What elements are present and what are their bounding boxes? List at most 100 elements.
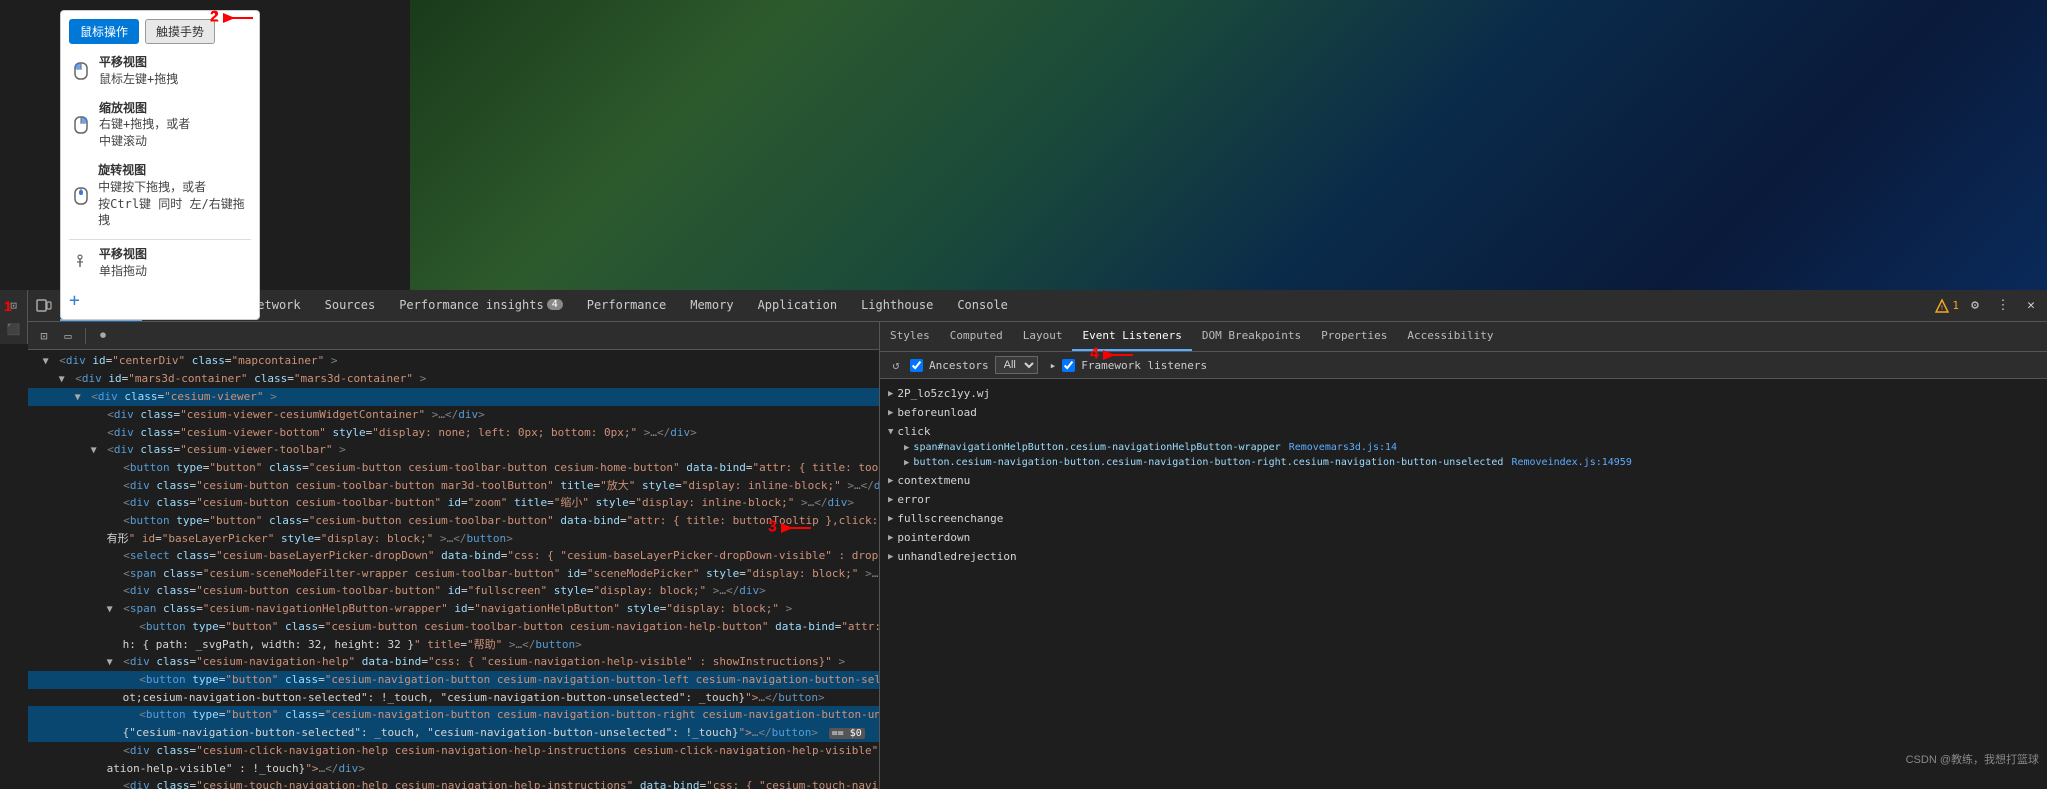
tab-sources[interactable]: Sources xyxy=(313,290,388,321)
tooltip-section-zoom: 缩放视图 右键+拖拽，或者 中键滚动 xyxy=(69,98,251,152)
map-view xyxy=(410,0,2047,290)
html-line-15[interactable]: <span class="cesium-navigationHelpButton… xyxy=(28,600,879,618)
expand-triangle[interactable] xyxy=(107,655,117,671)
event-section-fullscreenchange: ▶ fullscreenchange xyxy=(888,510,2039,527)
html-line-17[interactable]: h: { path: _svgPath, width: 32, height: … xyxy=(28,636,879,654)
event-section-click: ▼ click ▶ span#navigationHelpButton.cesi… xyxy=(888,423,2039,470)
html-line-6[interactable]: <div class="cesium-viewer-toolbar" > xyxy=(28,441,879,459)
tab-performance-insights[interactable]: Performance insights 4 xyxy=(387,290,575,321)
html-line-5[interactable]: <div class="cesium-viewer-bottom" style=… xyxy=(28,424,879,442)
event-row-2p[interactable]: ▶ 2P_lo5zc1yy.wj xyxy=(888,385,2039,402)
event-subtriangle: ▶ xyxy=(904,443,909,453)
html-line-19[interactable]: <button type="button" class="cesium-navi… xyxy=(28,671,879,689)
elements-device-btn[interactable]: ▭ xyxy=(58,326,78,346)
html-line-8[interactable]: <div class="cesium-button cesium-toolbar… xyxy=(28,477,879,495)
framework-listeners-checkbox[interactable] xyxy=(1062,359,1075,372)
left-toolbar-btn-2[interactable]: ⬛ xyxy=(3,318,25,340)
event-name-fullscreenchange: fullscreenchange xyxy=(897,512,1003,525)
devtools-panel: Elements Recorder ↑ Network Sources Perf… xyxy=(0,290,2047,789)
event-section-pointerdown: ▶ pointerdown xyxy=(888,529,2039,546)
layout-tab[interactable]: Layout xyxy=(1013,322,1073,351)
event-triangle: ▶ xyxy=(888,495,893,505)
expand-triangle[interactable] xyxy=(43,354,53,370)
devtools-toolbar-right: ! 1 ⚙ ⋮ ✕ xyxy=(1935,294,2043,318)
html-line-25[interactable]: <div class="cesium-touch-navigation-help… xyxy=(28,777,879,789)
elements-inspect-btn[interactable]: ⊡ xyxy=(34,326,54,346)
event-triangle-click: ▼ xyxy=(888,427,893,437)
elements-content[interactable]: <div id="centerDiv" class="mapcontainer"… xyxy=(28,350,879,789)
computed-tab[interactable]: Computed xyxy=(940,322,1013,351)
expand-triangle[interactable] xyxy=(59,372,69,388)
ancestors-select[interactable]: All xyxy=(995,356,1038,374)
event-name-2p: 2P_lo5zc1yy.wj xyxy=(897,387,990,400)
html-line-21[interactable]: <button type="button" class="cesium-navi… xyxy=(28,706,879,724)
touch-icon xyxy=(69,253,93,273)
event-row-pointerdown[interactable]: ▶ pointerdown xyxy=(888,529,2039,546)
map-background xyxy=(410,0,2047,290)
tooltip-row-zoom: 缩放视图 右键+拖拽，或者 中键滚动 xyxy=(69,98,251,152)
properties-tab[interactable]: Properties xyxy=(1311,322,1397,351)
close-button[interactable]: ✕ xyxy=(2019,294,2043,318)
html-line-1[interactable]: <div id="centerDiv" class="mapcontainer"… xyxy=(28,352,879,370)
html-line-12[interactable]: <select class="cesium-baseLayerPicker-dr… xyxy=(28,547,879,565)
html-line-16[interactable]: <button type="button" class="cesium-butt… xyxy=(28,618,879,636)
html-line-2[interactable]: <div id="mars3d-container" class="mars3d… xyxy=(28,370,879,388)
plus-icon: + xyxy=(69,290,251,311)
html-line-23[interactable]: <div class="cesium-click-navigation-help… xyxy=(28,742,879,760)
mouse-left-icon xyxy=(69,61,93,81)
tab-application[interactable]: Application xyxy=(746,290,849,321)
remove-link-2[interactable]: Remove xyxy=(1511,457,1547,468)
event-row-unhandledrejection[interactable]: ▶ unhandledrejection xyxy=(888,548,2039,565)
tab-console[interactable]: Console xyxy=(945,290,1020,321)
touch-gesture-button[interactable]: 触摸手势 xyxy=(145,19,215,44)
annotation-1-label: 1 xyxy=(4,298,12,314)
ancestors-bar: ↺ Ancestors All ▸ Framework listeners xyxy=(880,352,2047,379)
styles-tab[interactable]: Styles xyxy=(880,322,940,351)
html-line-10[interactable]: <button type="button" class="cesium-butt… xyxy=(28,512,879,530)
event-row-beforeunload[interactable]: ▶ beforeunload xyxy=(888,404,2039,421)
mouse-operation-button[interactable]: 鼠标操作 xyxy=(69,19,139,44)
settings-button[interactable]: ⚙ xyxy=(1963,294,1987,318)
html-line-24[interactable]: ation-help-visible" : !_touch}">…</div> xyxy=(28,760,879,778)
tab-memory[interactable]: Memory xyxy=(678,290,745,321)
expand-triangle[interactable] xyxy=(107,602,117,618)
html-line-14[interactable]: <div class="cesium-button cesium-toolbar… xyxy=(28,582,879,600)
event-row-contextmenu[interactable]: ▶ contextmenu xyxy=(888,472,2039,489)
event-row-error[interactable]: ▶ error xyxy=(888,491,2039,508)
tab-lighthouse[interactable]: Lighthouse xyxy=(849,290,945,321)
svg-text:!: ! xyxy=(1940,304,1944,312)
source-link-2[interactable]: index.js:14959 xyxy=(1548,457,1632,468)
event-subname-1: span#navigationHelpButton.cesium-navigat… xyxy=(913,442,1280,453)
devtools-body: ⊡ ▭ ⏺ <div id="centerDiv" class="mapcont… xyxy=(0,322,2047,789)
refresh-button[interactable]: ↺ xyxy=(888,357,904,373)
more-options-button[interactable]: ⋮ xyxy=(1991,294,2015,318)
ancestors-checkbox[interactable] xyxy=(910,359,923,372)
tooltip-row-touch: 平移视图 单指拖动 xyxy=(69,244,251,282)
html-line-13[interactable]: <span class="cesium-sceneModeFilter-wrap… xyxy=(28,565,879,583)
event-listeners-content: ▶ 2P_lo5zc1yy.wj ▶ beforeunload ▼ click xyxy=(880,379,2047,789)
tab-performance[interactable]: Performance xyxy=(575,290,678,321)
elements-recorder-btn[interactable]: ⏺ xyxy=(93,326,113,346)
elements-panel: ⊡ ▭ ⏺ <div id="centerDiv" class="mapcont… xyxy=(0,322,880,789)
html-line-3[interactable]: <div class="cesium-viewer" > xyxy=(28,388,879,406)
event-row-fullscreenchange[interactable]: ▶ fullscreenchange xyxy=(888,510,2039,527)
html-line-9[interactable]: <div class="cesium-button cesium-toolbar… xyxy=(28,494,879,512)
html-line-4[interactable]: <div class="cesium-viewer-cesiumWidgetCo… xyxy=(28,406,879,424)
html-line-11[interactable]: 有形" id="baseLayerPicker" style="display:… xyxy=(28,530,879,548)
expand-triangle[interactable] xyxy=(75,390,85,406)
device-toggle-button[interactable] xyxy=(32,294,56,318)
remove-link-1[interactable]: Remove xyxy=(1289,442,1325,453)
html-line-18[interactable]: <div class="cesium-navigation-help" data… xyxy=(28,653,879,671)
tooltip-popup: 鼠标操作 触摸手势 平移视图 鼠标左键+拖拽 xyxy=(60,10,260,320)
source-link-1[interactable]: mars3d.js:14 xyxy=(1325,442,1397,453)
expand-triangle[interactable] xyxy=(91,443,101,459)
html-line-20[interactable]: ot;cesium-navigation-button-selected": !… xyxy=(28,689,879,707)
html-line-7[interactable]: <button type="button" class="cesium-butt… xyxy=(28,459,879,477)
html-line-22[interactable]: {"cesium-navigation-button-selected": _t… xyxy=(28,724,879,742)
event-subname-2: button.cesium-navigation-button.cesium-n… xyxy=(913,457,1503,468)
performance-insights-badge: 4 xyxy=(547,299,563,310)
ancestors-label: Ancestors xyxy=(929,359,989,372)
dom-breakpoints-tab[interactable]: DOM Breakpoints xyxy=(1192,322,1311,351)
event-row-click[interactable]: ▼ click xyxy=(888,423,2039,440)
accessibility-tab[interactable]: Accessibility xyxy=(1397,322,1503,351)
